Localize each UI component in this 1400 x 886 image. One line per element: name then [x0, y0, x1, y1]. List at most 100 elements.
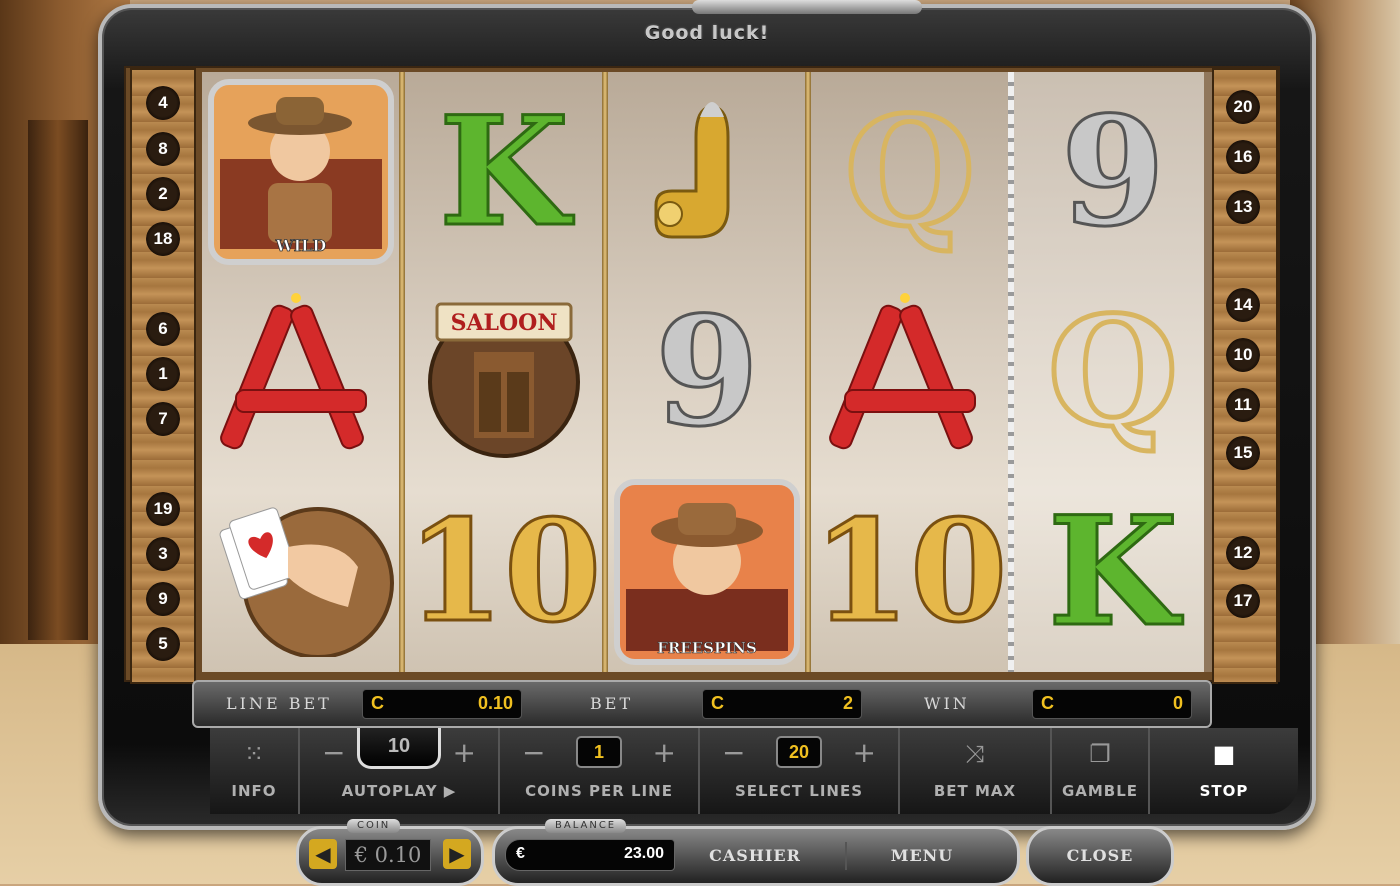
- autoplay-button[interactable]: AUTOPLAY ▶: [300, 782, 498, 800]
- balance-tag: BALANCE: [545, 819, 627, 833]
- lines-plus-button[interactable]: +: [853, 736, 876, 769]
- payline-number[interactable]: 5: [146, 627, 180, 661]
- symbol-q-lasso: Q: [1014, 272, 1212, 472]
- coin-tag: COIN: [347, 819, 401, 833]
- select-lines-control: − 20 + SELECT LINES: [700, 728, 900, 814]
- autoplay-control: − 10 + AUTOPLAY ▶: [300, 728, 500, 814]
- symbol-wild-cowboy: WILD: [202, 72, 400, 272]
- line-bet-label: LINE BET: [226, 694, 332, 713]
- payline-number[interactable]: 11: [1226, 388, 1260, 422]
- line-bet-currency: C: [371, 693, 384, 713]
- coin-increase-arrow-icon[interactable]: ▶: [443, 839, 471, 869]
- cards-icon: ❐: [1089, 740, 1111, 768]
- coins-per-line-label: COINS PER LINE: [525, 782, 673, 800]
- symbol-freespins: FREESPINS: [608, 472, 806, 672]
- win-currency: C: [1041, 693, 1054, 713]
- payline-number[interactable]: 20: [1226, 90, 1260, 124]
- nine-number: 9: [653, 284, 760, 460]
- reel-4: Q 10: [811, 72, 1009, 672]
- payline-number[interactable]: 14: [1226, 288, 1260, 322]
- coin-decrease-arrow-icon[interactable]: ◀: [309, 839, 337, 869]
- autoplay-plus-button[interactable]: +: [453, 736, 476, 769]
- autoplay-count: 10: [357, 728, 441, 769]
- info-button[interactable]: ⁙ INFO: [210, 728, 300, 814]
- payline-column-right: 20 16 13 14 10 11 15 12 17: [1212, 68, 1278, 684]
- q-letter: Q: [842, 84, 978, 260]
- k-letter: K: [1046, 484, 1179, 660]
- page-title: Good luck!: [644, 22, 770, 44]
- symbol-saloon: SALOON: [405, 272, 603, 472]
- symbol-9-spur: 9: [608, 272, 806, 472]
- payline-number[interactable]: 18: [146, 222, 180, 256]
- gamble-button[interactable]: ❐ GAMBLE: [1052, 728, 1150, 814]
- payline-number[interactable]: 16: [1226, 140, 1260, 174]
- coins-per-line-control: − 1 + COINS PER LINE: [500, 728, 700, 814]
- payline-number[interactable]: 8: [146, 132, 180, 166]
- nine-number: 9: [1059, 84, 1166, 260]
- payline-number[interactable]: 10: [1226, 338, 1260, 372]
- bet-label: BET: [590, 694, 634, 713]
- lines-minus-button[interactable]: −: [722, 736, 745, 769]
- win-value: 0: [1172, 693, 1183, 713]
- menu-button[interactable]: MENU: [845, 842, 997, 870]
- line-bet-display: C 0.10: [362, 689, 522, 719]
- payline-number[interactable]: 3: [146, 537, 180, 571]
- close-button[interactable]: CLOSE: [1026, 826, 1174, 886]
- control-panel: ⁙ INFO − 10 + AUTOPLAY ▶ − 1 + COINS PER…: [210, 728, 1300, 820]
- bet-max-button[interactable]: ⤨ BET MAX: [900, 728, 1052, 814]
- info-label: INFO: [231, 782, 277, 800]
- balance-value: 23.00: [623, 845, 664, 862]
- payline-column-left: 4 8 2 18 6 1 7 19 3 9 5: [130, 68, 196, 684]
- coins-plus-button[interactable]: +: [653, 736, 676, 769]
- gamble-label: GAMBLE: [1061, 782, 1139, 800]
- stop-button[interactable]: ■ STOP: [1150, 728, 1298, 814]
- balance-panel: BALANCE € 23.00 CASHIER MENU: [492, 819, 1020, 886]
- bet-max-label: BET MAX: [933, 782, 1017, 800]
- stop-label: STOP: [1199, 782, 1249, 800]
- symbol-hand-cards: [202, 472, 400, 672]
- close-label: CLOSE: [1066, 846, 1134, 865]
- payline-number[interactable]: 9: [146, 582, 180, 616]
- reel-1: WILD: [202, 72, 400, 672]
- reel-5: 9 Q K: [1014, 72, 1212, 672]
- freespins-label: FREESPINS: [657, 639, 757, 657]
- payline-number[interactable]: 1: [146, 357, 180, 391]
- reels-area: WILD K SALOON 10 9 FREESPINS Q 10 9 Q K: [202, 72, 1212, 672]
- select-lines-value: 20: [776, 736, 822, 768]
- payline-number[interactable]: 6: [146, 312, 180, 346]
- payline-number[interactable]: 15: [1226, 436, 1260, 470]
- background-post: [28, 120, 88, 640]
- payline-number[interactable]: 4: [146, 86, 180, 120]
- payline-number[interactable]: 13: [1226, 190, 1260, 224]
- reel-2: K SALOON 10: [405, 72, 603, 672]
- cashier-button[interactable]: CASHIER: [685, 842, 825, 870]
- coin-selector: COIN ◀ € 0.10 ▶: [296, 819, 484, 886]
- saloon-label: SALOON: [451, 310, 558, 336]
- coin-value: € 0.10: [345, 839, 431, 871]
- bet-info-bar: LINE BET C 0.10 BET C 2 WIN C 0: [192, 680, 1212, 728]
- ten-number: 10: [405, 490, 603, 654]
- symbol-j-bullet: [608, 72, 806, 272]
- payline-number[interactable]: 12: [1226, 536, 1260, 570]
- symbol-k-cactus: K: [405, 72, 603, 272]
- bet-currency: C: [711, 693, 724, 713]
- k-letter: K: [437, 84, 570, 260]
- q-letter: Q: [1045, 284, 1181, 460]
- select-lines-label: SELECT LINES: [734, 782, 864, 800]
- payline-number[interactable]: 2: [146, 177, 180, 211]
- balance-display: € 23.00: [505, 839, 675, 871]
- payline-number[interactable]: 7: [146, 402, 180, 436]
- coins-minus-button[interactable]: −: [522, 736, 545, 769]
- stop-icon: ■: [1212, 740, 1236, 768]
- payline-number[interactable]: 17: [1226, 584, 1260, 618]
- symbol-10-horseshoe: 10: [811, 472, 1009, 672]
- wild-label: WILD: [275, 236, 327, 255]
- bet-display: C 2: [702, 689, 862, 719]
- autoplay-minus-button[interactable]: −: [322, 736, 345, 769]
- symbol-a-dynamite: [202, 272, 400, 472]
- coins-per-line-value: 1: [576, 736, 622, 768]
- top-ornament: [692, 0, 922, 14]
- reel-window: 4 8 2 18 6 1 7 19 3 9 5 WILD K SALOON 10…: [124, 66, 1280, 684]
- payline-number[interactable]: 19: [146, 492, 180, 526]
- symbol-a-dynamite: [811, 272, 1009, 472]
